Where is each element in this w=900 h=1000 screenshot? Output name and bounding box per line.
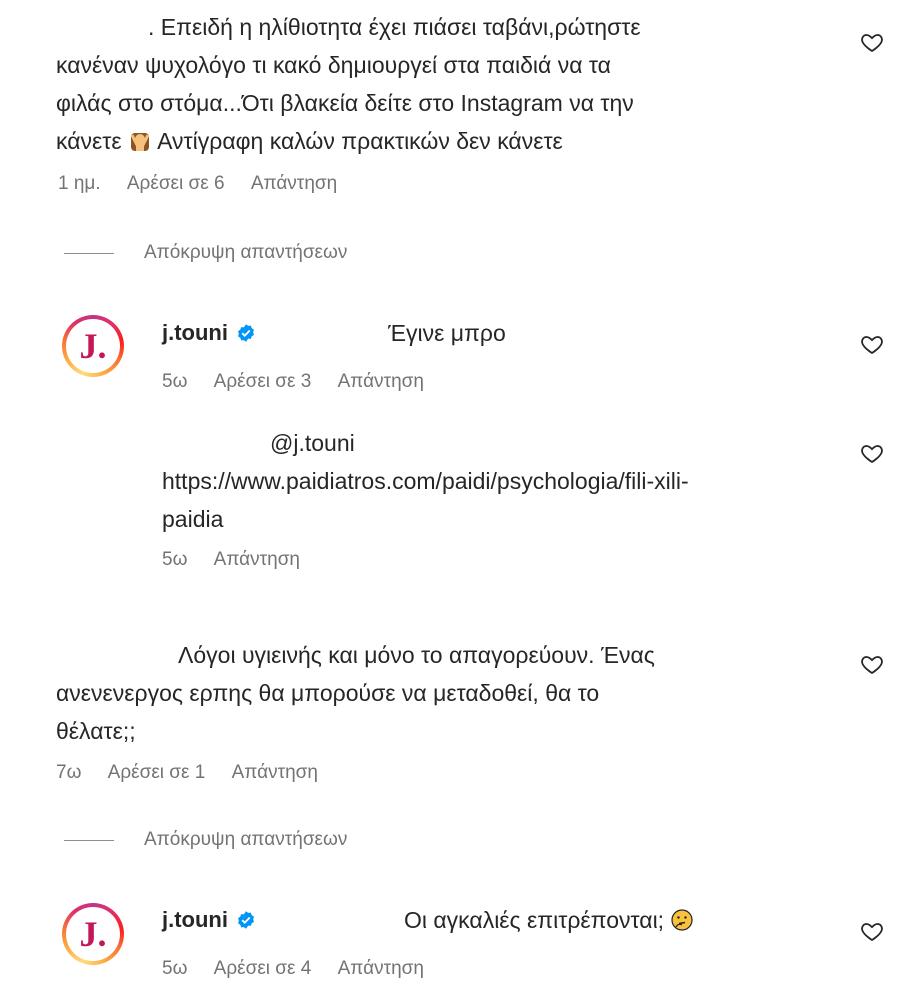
- likes-count-link[interactable]: Αρέσει σε 6: [127, 173, 225, 194]
- hide-replies-label: Απόκρυψη απαντήσεων: [144, 829, 348, 850]
- heart-icon[interactable]: [860, 919, 884, 943]
- reply-2-meta: 5ω Απάντηση: [162, 549, 322, 571]
- comment-1-line-4-text: κάνετε: [56, 128, 122, 154]
- avatar-letter: J.: [79, 326, 107, 366]
- comment-time: 1 ημ.: [58, 173, 101, 194]
- heart-icon[interactable]: [860, 30, 884, 54]
- comment-time: 5ω: [162, 549, 188, 570]
- comment-2-text: Λόγοι υγιεινής και μόνο το απαγορεύουν. …: [56, 636, 846, 750]
- comment-time: 7ω: [56, 762, 82, 783]
- reply-3-meta: 5ω Αρέσει σε 4 Απάντηση: [162, 958, 446, 980]
- comment-2-meta: 7ω Αρέσει σε 1 Απάντηση: [56, 762, 340, 784]
- comment-1-line-1: . Επειδή η ηλίθιοτητα έχει πιάσει ταβάνι…: [148, 14, 641, 40]
- heart-outline-icon: [861, 445, 883, 464]
- reply-button[interactable]: Απάντηση: [338, 371, 424, 392]
- verified-badge-icon: [236, 323, 256, 343]
- comment-1-line-3: φιλάς στο στόμα...Ότι βλακεία δείτε στο …: [56, 90, 634, 116]
- likes-count-link[interactable]: Αρέσει σε 1: [108, 762, 206, 783]
- comment-1-line-4: κάνετε Αντίγραφη καλών πρακτικών δεν κάν…: [56, 122, 838, 160]
- reply-3-text-content: Οι αγκαλιές επιτρέπονται;: [403, 907, 665, 933]
- username-link[interactable]: j.touni: [162, 907, 256, 933]
- reply-1-text: Έγινε μπρο: [387, 320, 506, 346]
- hide-replies-label: Απόκρυψη απαντήσεων: [144, 242, 348, 263]
- likes-count-link[interactable]: Αρέσει σε 4: [214, 958, 312, 979]
- verified-badge-icon: [236, 910, 256, 930]
- comment-2-line-3: θέλατε;;: [56, 718, 136, 744]
- avatar[interactable]: J.: [62, 903, 124, 965]
- username-link[interactable]: j.touni: [162, 320, 256, 346]
- divider-line: [64, 252, 114, 254]
- reply-button[interactable]: Απάντηση: [251, 173, 337, 194]
- reply-3-text: Οι αγκαλιές επιτρέπονται;: [404, 901, 694, 939]
- heart-icon[interactable]: [860, 332, 884, 356]
- person-gesturing-no-emoji: [128, 129, 152, 153]
- avatar-letter: J.: [79, 914, 107, 954]
- username: j.touni: [162, 907, 228, 932]
- username: j.touni: [162, 320, 228, 345]
- reply-3-header: j.touni Οι αγκαλιές επιτρέπονται;: [162, 901, 842, 939]
- hide-replies-button[interactable]: Απόκρυψη απαντήσεων: [64, 829, 347, 851]
- url-link-line-1[interactable]: https://www.paidiatros.com/paidi/psychol…: [162, 462, 842, 500]
- comment-1-line-5-text: Αντίγραφη καλών πρακτικών δεν κάνετε: [157, 128, 563, 154]
- heart-icon[interactable]: [860, 441, 884, 465]
- reply-button[interactable]: Απάντηση: [214, 549, 300, 570]
- comment-2-line-1: Λόγοι υγιεινής και μόνο το απαγορεύουν. …: [178, 642, 655, 668]
- reply-button[interactable]: Απάντηση: [232, 762, 318, 783]
- hide-replies-button[interactable]: Απόκρυψη απαντήσεων: [64, 242, 347, 264]
- heart-icon[interactable]: [860, 652, 884, 676]
- comment-1-text: . Επειδή η ηλίθιοτητα έχει πιάσει ταβάνι…: [56, 8, 838, 160]
- comment-time: 5ω: [162, 958, 188, 979]
- likes-count-link[interactable]: Αρέσει σε 3: [214, 371, 312, 392]
- comment-time: 5ω: [162, 371, 188, 392]
- thinking-face-emoji: [670, 908, 694, 932]
- heart-outline-icon: [861, 336, 883, 355]
- comment-2-line-2: ανενενεργος ερπης θα μπορούσε να μεταδοθ…: [56, 680, 600, 706]
- reply-button[interactable]: Απάντηση: [338, 958, 424, 979]
- reply-1-meta: 5ω Αρέσει σε 3 Απάντηση: [162, 371, 446, 393]
- divider-line: [64, 839, 114, 841]
- heart-outline-icon: [861, 656, 883, 675]
- heart-outline-icon: [861, 34, 883, 53]
- reply-1-header: j.touni Έγινε μπρο: [162, 314, 802, 352]
- reply-2-text: @j.touni https://www.paidiatros.com/paid…: [162, 424, 842, 538]
- avatar[interactable]: J.: [62, 315, 124, 377]
- comment-1-meta: 1 ημ. Αρέσει σε 6 Απάντηση: [58, 173, 359, 195]
- heart-outline-icon: [861, 923, 883, 942]
- comment-1-line-2: κανέναν ψυχολόγο τι κακό δημιουργεί στα …: [56, 52, 611, 78]
- mention-link[interactable]: @j.touni: [270, 430, 355, 456]
- url-link-line-2[interactable]: paidia: [162, 500, 842, 538]
